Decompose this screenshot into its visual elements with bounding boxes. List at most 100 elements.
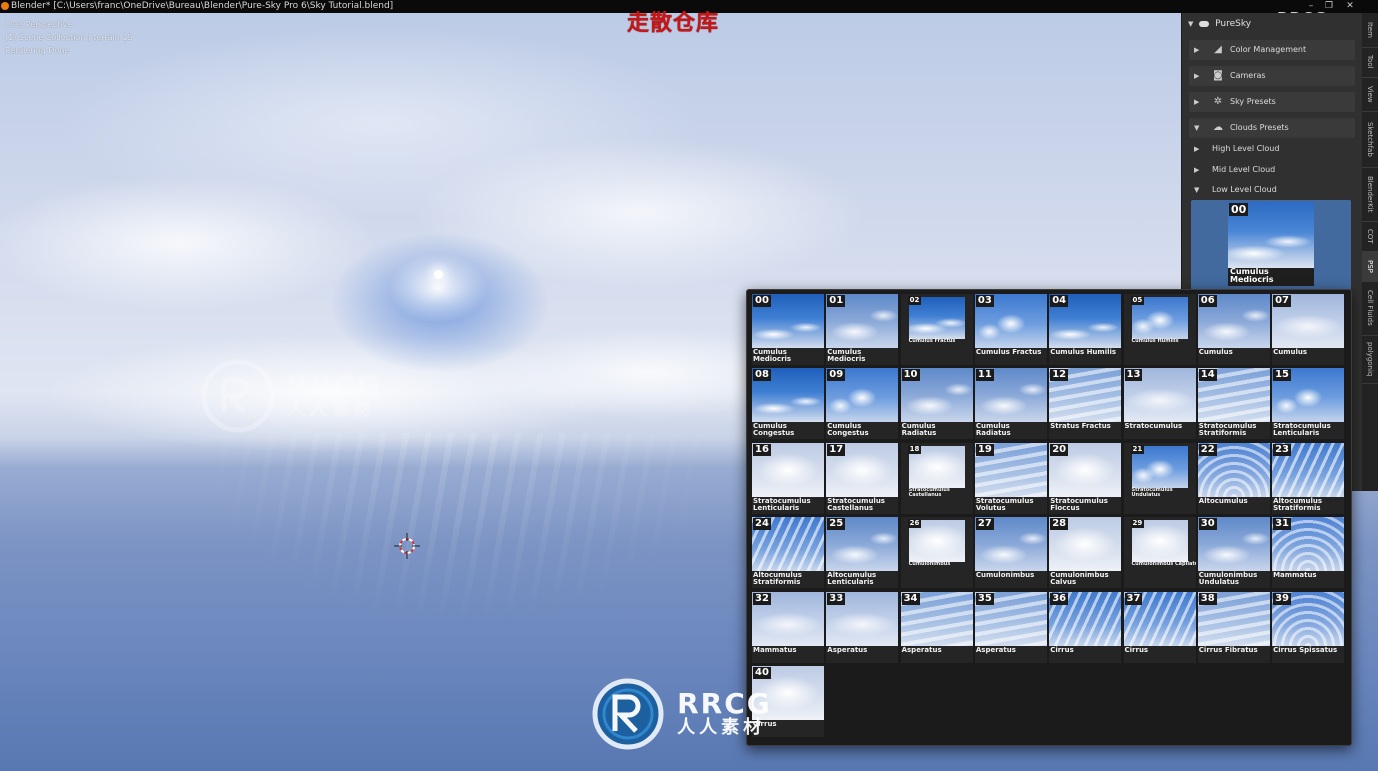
preset-cell[interactable]: 03 Cumulus Fractus [974,294,1047,365]
preset-cell[interactable]: 31 Mammatus [1272,517,1345,589]
preset-cell[interactable]: 14 Stratocumulus Stratiformis [1197,368,1270,440]
preset-name: Cumulus [1273,348,1308,356]
preset-cell[interactable]: 13 Stratocumulus [1123,368,1196,440]
tab-item[interactable]: Item [1362,13,1378,48]
preset-cell[interactable]: 33 Asperatus [826,591,899,663]
puresky-panel-header[interactable]: ▼ PureSky [1188,19,1251,29]
preset-name: Stratocumulus Castellanus [827,496,885,512]
section-cameras[interactable]: ▶ ◙ Cameras [1189,66,1355,86]
preset-number: 17 [827,443,846,456]
preset-cell[interactable]: 28 Cumulonimbus Calvus [1049,517,1122,589]
preset-cell[interactable]: 39 Cirrus Spissatus [1272,591,1345,663]
preset-cell[interactable]: 11 Cumulus Radiatus [974,368,1047,440]
section-sky-presets[interactable]: ▶ ✲ Sky Presets [1189,92,1355,112]
tab-polygoniq[interactable]: polygoniq [1362,335,1378,384]
preset-cell[interactable]: 27 Cumulonimbus [974,517,1047,589]
section-label: Cameras [1230,71,1266,80]
preset-preview-button[interactable]: 00 Cumulus Mediocris [1191,200,1351,290]
subsection-label: Low Level Cloud [1212,185,1277,194]
preset-cell[interactable]: 35 Asperatus [974,591,1047,663]
preset-cell[interactable]: 04 Cumulus Humilis [1049,294,1122,365]
preset-cell[interactable]: 17 Stratocumulus Castellanus [826,442,899,514]
preset-name: Cirrus [1124,645,1149,654]
preset-number: 01 [827,295,846,307]
preset-cell[interactable]: 26 Cumulonimbus [900,517,973,589]
tab-cell-fluids[interactable]: Cell Fluids [1362,281,1378,336]
preset-name: Asperatus [827,645,868,654]
subsection-high-level-cloud[interactable]: ▶ High Level Cloud [1189,140,1355,158]
preset-cell[interactable]: 05 Cumulus Humilis [1123,294,1196,365]
preset-cell[interactable]: 22 Altocumulus [1197,442,1270,514]
preset-cell[interactable]: 02 Cumulus Fractus [900,294,973,365]
preset-cell[interactable]: 25 Altocumulus Lenticularis [826,517,899,589]
preset-cell[interactable]: 20 Stratocumulus Floccus [1049,442,1122,514]
preset-number: 35 [975,592,994,605]
preset-cell[interactable]: 24 Altocumulus Stratiformis [752,517,824,589]
preset-cell[interactable]: 34 Asperatus [900,591,973,663]
chevron-right-icon: ▶ [1194,98,1200,106]
preset-name: Cumulus Radiatus [975,422,1011,438]
tab-sketchfab[interactable]: Sketchfab [1362,111,1378,168]
viewport-mode-text: User Perspective [5,20,73,29]
preset-name: Asperatus [975,645,1016,654]
preset-cell[interactable]: 29 Cumulonimbus Capilatus [1123,517,1196,589]
preset-cell[interactable]: 06 Cumulus [1197,294,1270,365]
tab-tool[interactable]: Tool [1362,47,1378,78]
preset-cell[interactable]: 09 Cumulus Congestus [826,368,899,440]
watermark-brand: RRCG [677,687,772,720]
section-clouds-presets[interactable]: ▼ ☁ Clouds Presets [1189,118,1355,138]
preset-cell[interactable]: 21 Stratocumulus Undulatus [1123,442,1196,514]
subsection-mid-level-cloud[interactable]: ▶ Mid Level Cloud [1189,161,1355,179]
preset-cell[interactable]: 15 Stratocumulus Lenticularis [1272,368,1345,440]
3d-cursor-icon[interactable] [394,533,420,559]
sun-icon: ✲ [1213,96,1223,107]
subsection-low-level-cloud[interactable]: ▼ Low Level Cloud [1189,181,1355,199]
tab-blenderkit[interactable]: BlenderKit [1362,167,1378,222]
preset-name: Altocumulus Stratiformis [1273,496,1323,512]
preset-cell[interactable]: 19 Stratocumulus Volutus [974,442,1047,514]
camera-icon: ◙ [1213,70,1223,81]
preset-number: 28 [1050,518,1069,531]
viewport-render-status: Rendering Done [5,46,70,55]
section-color-management[interactable]: ▶ ◢ Color Management [1189,40,1355,60]
preset-name: Stratocumulus Volutus [975,496,1034,512]
preset-cell[interactable]: 08 Cumulus Congestus [752,368,824,440]
preset-number: 20 [1050,443,1069,456]
preset-cell[interactable]: 30 Cumulonimbus Undulatus [1197,517,1270,589]
preset-number: 39 [1273,592,1292,605]
preset-cell[interactable]: 37 Cirrus [1123,591,1196,663]
preset-number: 03 [975,295,994,307]
watermark-bottom: RRCG 人人素材 [590,676,772,752]
preset-cell[interactable]: 07 Cumulus [1272,294,1345,365]
preset-name: Altocumulus Stratiformis [753,571,802,587]
preset-cell[interactable]: 18 Stratocumulus Castellanus [900,442,973,514]
preset-name: Cumulonimbus Capilatus [1131,561,1196,568]
preset-name: Cirrus Fibratus [1198,645,1258,654]
preset-number: 14 [1198,369,1217,382]
preset-name: Mammatus [753,645,797,654]
tab-psp[interactable]: PSP [1362,251,1378,282]
watermark-top-text: 走散仓库 [627,11,720,36]
preset-preview-name: Cumulus Mediocris [1230,267,1274,284]
preset-cell[interactable]: 12 Stratus Fractus [1049,368,1122,440]
chevron-down-icon[interactable]: ▼ [1188,20,1193,28]
tab-cot[interactable]: COT [1362,221,1378,252]
preset-cell[interactable]: 01 Cumulus Mediocris [826,294,899,365]
preset-number: 19 [975,443,994,456]
preset-number: 05 [1130,296,1145,305]
preset-number: 07 [1273,295,1292,307]
preset-cell[interactable]: 32 Mammatus [752,591,824,663]
preset-number: 04 [1050,295,1069,307]
watermark-brand-sub: 人人素材 [287,399,376,420]
preset-cell[interactable]: 00 Cumulus Mediocris [752,294,824,365]
tab-view[interactable]: View [1362,77,1378,112]
preset-cell[interactable]: 23 Altocumulus Stratiformis [1272,442,1345,514]
sidebar-tabs: Item Tool View Sketchfab BlenderKit COT … [1362,13,1378,491]
preset-cell[interactable]: 16 Stratocumulus Lenticularis [752,442,824,514]
preset-cell[interactable]: 38 Cirrus Fibratus [1197,591,1270,663]
preset-name: Stratocumulus [1124,422,1183,431]
preset-cell[interactable]: 36 Cirrus [1049,591,1122,663]
preset-cell[interactable]: 10 Cumulus Radiatus [900,368,973,440]
section-label: Clouds Presets [1230,123,1289,132]
preset-name: Cumulonimbus [975,571,1035,580]
